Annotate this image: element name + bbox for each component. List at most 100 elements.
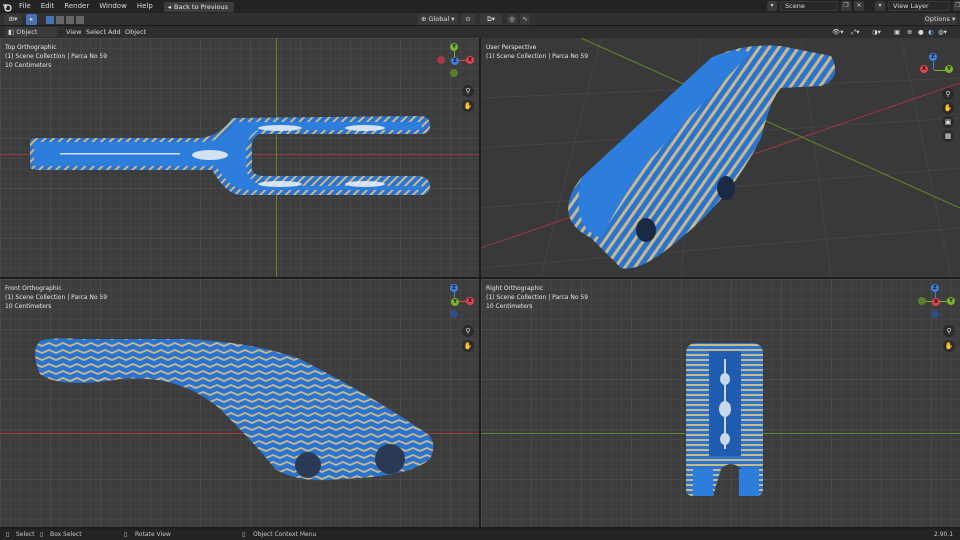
- x-axis-ball[interactable]: X: [466, 56, 474, 64]
- overlay-icon[interactable]: ◑▾: [872, 27, 881, 37]
- mode-dropdown[interactable]: ◧ Object Mode ▾: [5, 27, 57, 46]
- chevron-down-icon: ▾: [451, 15, 455, 23]
- neg-y-axis-ball[interactable]: [918, 297, 926, 305]
- menu-edit[interactable]: Edit: [36, 0, 60, 13]
- gizmo-toggle-icon[interactable]: ⤢▾: [851, 27, 859, 37]
- perspective-grid: [481, 38, 960, 277]
- viewport-header: ◧ Object Mode ▾ View Select Add Object 👁…: [0, 26, 960, 46]
- view-layer-field[interactable]: View Layer: [888, 1, 950, 11]
- mouse-left-icon: ▯: [6, 531, 10, 538]
- menu-view[interactable]: View: [66, 27, 81, 37]
- select-extend-icon[interactable]: [56, 15, 64, 24]
- status-box-select: Box Select: [50, 531, 82, 538]
- zoom-icon[interactable]: ⚲: [462, 325, 474, 337]
- editor-type-button[interactable]: ⊞▾: [4, 14, 22, 25]
- options-dropdown[interactable]: Options ▾: [924, 14, 956, 25]
- view-layer-copy-icon[interactable]: ❐: [953, 1, 960, 11]
- global-orientation-icon: ⊕: [421, 15, 427, 23]
- status-bar: ▯ Select ▯ Box Select ▯ Rotate View ▯ Ob…: [0, 529, 960, 540]
- select-box-icon[interactable]: [46, 15, 54, 24]
- shading-wireframe-icon[interactable]: ⊕: [907, 27, 912, 37]
- z-axis-ball[interactable]: Z: [451, 57, 459, 65]
- scene-name-field[interactable]: Scene: [780, 1, 838, 11]
- y-axis-ball[interactable]: Y: [947, 297, 955, 305]
- neg-y-axis-ball[interactable]: [450, 69, 458, 77]
- transform-orientation-value: Global: [428, 15, 450, 23]
- y-axis-ball[interactable]: Y: [945, 65, 953, 73]
- menu-add[interactable]: Add: [108, 27, 121, 37]
- y-axis-ball[interactable]: Y: [451, 298, 459, 306]
- x-axis-ball[interactable]: X: [920, 65, 928, 73]
- menu-help[interactable]: Help: [132, 0, 158, 13]
- scene-selector: ▾ Scene ❐ ✕ ▾ View Layer ❐ ✕: [767, 1, 960, 11]
- collection-label: (1) Scene Collection | Parca No 59: [486, 53, 589, 60]
- y-axis-ball[interactable]: Y: [450, 43, 458, 51]
- z-axis-ball[interactable]: Z: [450, 284, 458, 292]
- scene-close-icon[interactable]: ✕: [854, 1, 864, 11]
- neg-x-axis-ball[interactable]: [437, 56, 445, 64]
- pan-hand-icon[interactable]: ✋: [943, 340, 955, 352]
- visibility-icon[interactable]: 👁▾: [832, 27, 844, 37]
- viewport-right-orthographic[interactable]: Right Orthographic (1) Scene Collection …: [481, 279, 960, 527]
- z-axis-ball[interactable]: Z: [931, 284, 939, 292]
- view-layer-icon[interactable]: ▾: [875, 1, 885, 11]
- mouse-middle-icon: ▯: [124, 531, 128, 538]
- pan-hand-icon[interactable]: ✋: [462, 340, 474, 352]
- menu-render[interactable]: Render: [59, 0, 94, 13]
- select-subtract-icon[interactable]: [66, 15, 74, 24]
- top-menu-bar: File Edit Render Window Help ◂ Back to P…: [0, 0, 960, 13]
- back-arrow-icon: ◂: [167, 2, 172, 11]
- navigation-gizmo[interactable]: Y X Z: [437, 43, 474, 77]
- menu-window[interactable]: Window: [94, 0, 132, 13]
- proportional-edit-icon[interactable]: ◎: [507, 14, 517, 25]
- cursor-icon[interactable]: ▸: [26, 14, 37, 25]
- status-rotate-view: Rotate View: [135, 531, 171, 538]
- viewport-top-orthographic[interactable]: Top Orthographic (1) Scene Collection | …: [0, 38, 479, 277]
- neg-z-axis-ball[interactable]: [450, 310, 458, 318]
- viewport-front-orthographic[interactable]: Front Orthographic (1) Scene Collection …: [0, 279, 479, 527]
- scene-copy-icon[interactable]: ❐: [841, 1, 851, 11]
- part-front-view: [35, 338, 434, 481]
- pan-hand-icon[interactable]: ✋: [942, 102, 954, 114]
- transform-orientation-dropdown[interactable]: ⊕ Global ▾: [418, 14, 458, 25]
- z-axis-ball[interactable]: Z: [929, 53, 937, 61]
- mouse-drag-icon: ▯: [40, 531, 44, 538]
- navigation-gizmo[interactable]: Z Y X: [918, 284, 955, 318]
- back-to-previous-button[interactable]: ◂ Back to Previous: [163, 1, 234, 12]
- part-top-view: [30, 116, 430, 195]
- pan-hand-icon[interactable]: ✋: [462, 100, 474, 112]
- zoom-icon[interactable]: ⚲: [462, 85, 474, 97]
- pivot-point-icon[interactable]: ⊙: [461, 14, 475, 25]
- viewport-user-perspective[interactable]: User Perspective (1) Scene Collection | …: [481, 38, 960, 277]
- navigation-gizmo[interactable]: Z Y X: [919, 53, 953, 87]
- scene-icon[interactable]: ▾: [767, 1, 777, 11]
- falloff-icon[interactable]: ∿: [520, 14, 530, 25]
- grid-icon[interactable]: ▦: [942, 130, 954, 142]
- zoom-icon[interactable]: ⚲: [943, 325, 955, 337]
- x-axis-ball[interactable]: X: [932, 298, 940, 306]
- mouse-right-icon: ▯: [242, 531, 246, 538]
- menu-object[interactable]: Object: [125, 27, 146, 37]
- back-to-previous-label: Back to Previous: [174, 2, 228, 11]
- object-mode-icon: ◧: [8, 28, 15, 36]
- menu-file[interactable]: File: [14, 0, 36, 13]
- select-intersect-icon[interactable]: [76, 15, 84, 24]
- shading-solid-icon[interactable]: ●: [918, 27, 924, 37]
- neg-z-axis-ball[interactable]: [931, 310, 939, 318]
- zoom-icon[interactable]: ⚲: [942, 88, 954, 100]
- x-axis-ball[interactable]: X: [466, 297, 474, 305]
- xray-icon[interactable]: ▣: [894, 27, 900, 37]
- snap-icon[interactable]: ⧉▾: [480, 14, 502, 25]
- blender-logo-icon[interactable]: [0, 0, 14, 13]
- navigation-gizmo[interactable]: Z X Y: [440, 284, 474, 318]
- menu-select[interactable]: Select: [86, 27, 106, 37]
- part-right-view: [686, 343, 763, 496]
- tool-settings-row: ⊞▾ ▸ ⊕ Global ▾ ⊙ ⧉▾ ◎ ∿ Options ▾: [0, 13, 960, 26]
- version-label: 2.90.1: [934, 531, 954, 538]
- viewport-info: User Perspective (1) Scene Collection | …: [486, 43, 588, 61]
- shading-rendered-icon[interactable]: ◍▾: [938, 27, 947, 37]
- status-context-menu: Object Context Menu: [253, 531, 317, 538]
- options-label: Options: [924, 15, 950, 23]
- camera-icon[interactable]: ▣: [942, 116, 954, 128]
- shading-material-icon[interactable]: ◐: [928, 27, 934, 37]
